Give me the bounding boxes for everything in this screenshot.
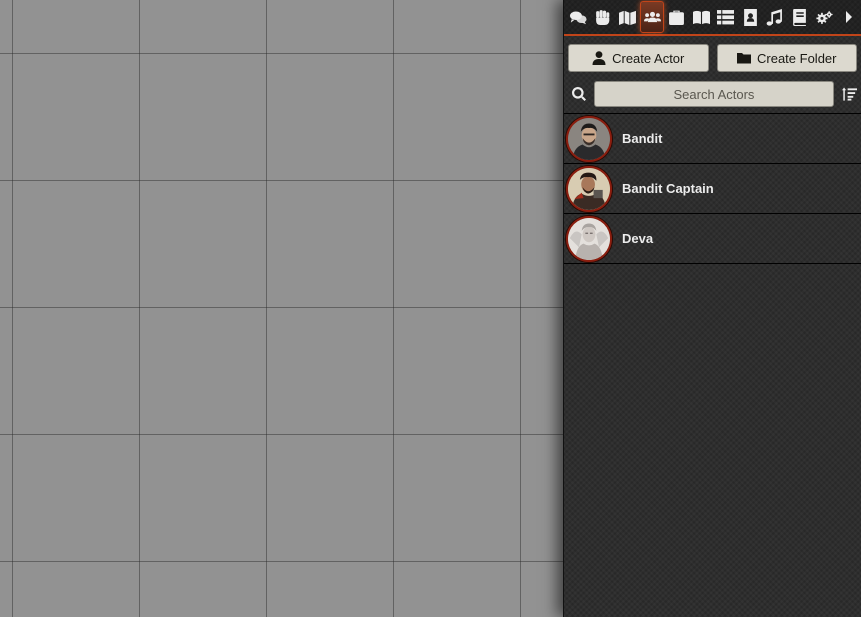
list-item-actor-bandit[interactable]: Bandit [564, 114, 861, 164]
list-item-actor-deva[interactable]: Deva [564, 214, 861, 264]
music-icon [767, 8, 783, 26]
table-list-icon [717, 9, 735, 24]
atlas-icon [793, 8, 806, 26]
actor-name: Deva [622, 231, 654, 246]
actor-portrait [566, 165, 612, 212]
fist-icon [596, 9, 610, 25]
suitcase-icon [669, 10, 685, 25]
create-actor-button[interactable]: Create Actor [568, 44, 709, 72]
cogs-icon [816, 10, 833, 24]
actor-name: Bandit Captain [622, 181, 714, 196]
tab-cards[interactable] [738, 1, 763, 33]
tab-actors[interactable] [639, 1, 665, 33]
sidebar: Create Actor Create Folder Bandit Bandit… [563, 0, 861, 617]
sidebar-tabs [564, 0, 861, 36]
users-icon [643, 11, 661, 22]
actor-portrait [566, 215, 612, 262]
map-icon [618, 10, 636, 25]
sort-toggle-icon[interactable] [841, 87, 857, 101]
caret-right-icon [845, 11, 852, 23]
list-item-actor-bandit-captain[interactable]: Bandit Captain [564, 164, 861, 214]
tab-journal[interactable] [689, 1, 714, 33]
directory-header-actions: Create Actor Create Folder [564, 36, 861, 72]
tab-compendium[interactable] [787, 1, 812, 33]
directory-search [564, 72, 861, 109]
actor-portrait [566, 115, 612, 162]
search-input[interactable] [593, 81, 835, 107]
tab-tables[interactable] [713, 1, 738, 33]
tab-playlists[interactable] [763, 1, 788, 33]
book-open-icon [692, 10, 710, 24]
folder-icon [737, 53, 751, 64]
create-folder-label: Create Folder [757, 50, 837, 66]
tab-combat[interactable] [591, 1, 616, 33]
tab-items[interactable] [664, 1, 689, 33]
tab-scenes[interactable] [615, 1, 640, 33]
comments-icon [569, 11, 587, 24]
tab-chat[interactable] [566, 1, 591, 33]
id-badge-icon [743, 8, 757, 26]
create-actor-label: Create Actor [612, 50, 685, 66]
create-folder-button[interactable]: Create Folder [716, 44, 857, 72]
actor-name: Bandit [622, 131, 663, 146]
tab-settings[interactable] [812, 1, 837, 33]
tab-collapse[interactable] [836, 1, 861, 33]
search-icon [568, 87, 590, 101]
actor-list: Bandit Bandit Captain Deva [564, 113, 861, 264]
user-icon [592, 51, 606, 65]
